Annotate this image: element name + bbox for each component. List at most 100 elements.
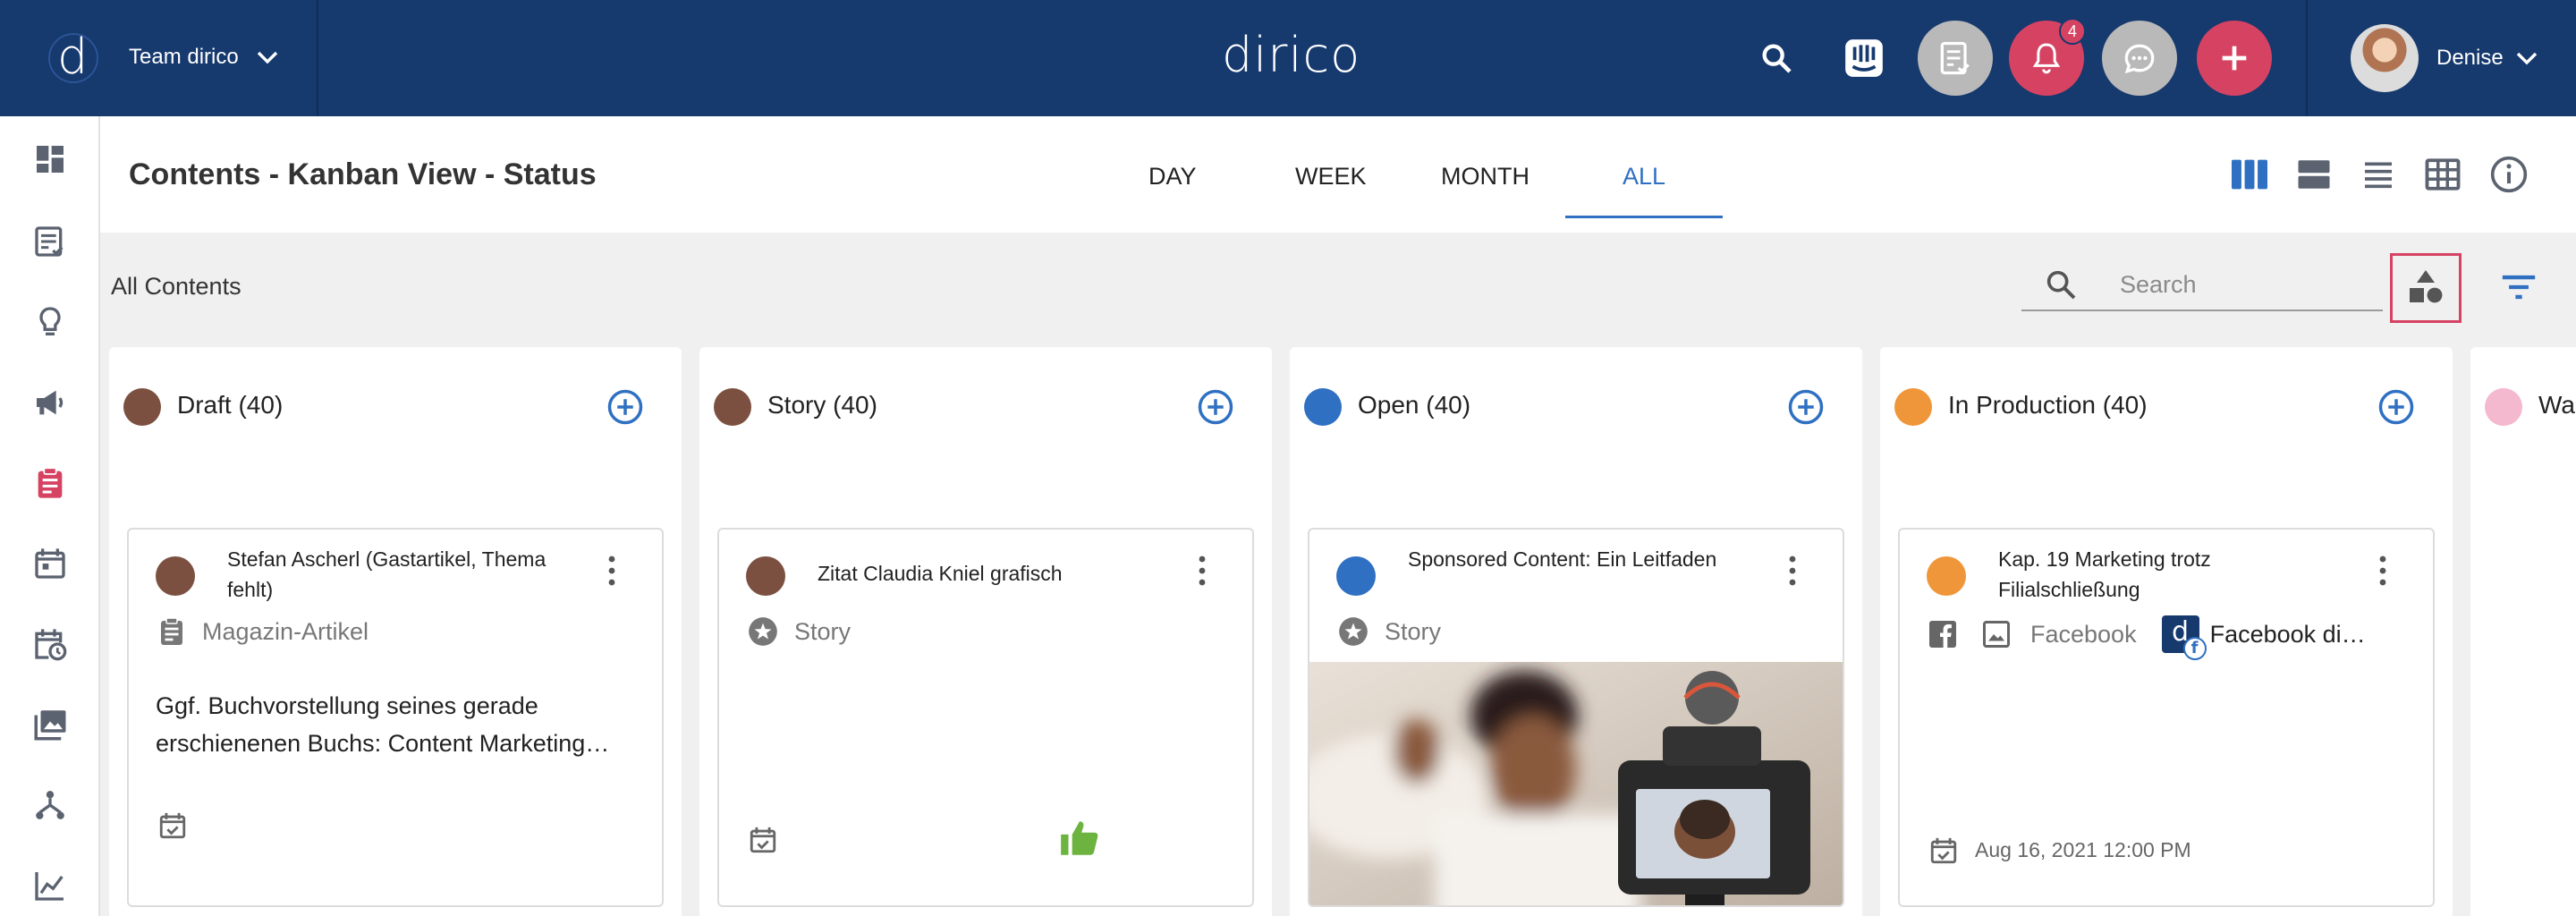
network-type-label: Facebook — [2030, 620, 2137, 648]
star-circle-icon — [749, 617, 777, 646]
content-card[interactable]: Sponsored Content: Ein Leitfaden Story — [1308, 528, 1844, 907]
image-icon — [1983, 621, 2010, 648]
card-menu-button[interactable] — [1191, 553, 1213, 589]
column-title: In Production (40) — [1948, 391, 2148, 419]
workflow-icon — [36, 791, 64, 819]
kanban-view-button[interactable] — [2227, 152, 2272, 197]
intercom-button[interactable] — [1826, 21, 1902, 96]
sidebar-item-calendar[interactable] — [30, 543, 71, 584]
active-tab-indicator — [1565, 216, 1723, 218]
more-vertical-icon — [1199, 556, 1206, 586]
task-check-icon — [1940, 41, 1970, 75]
filter-button[interactable] — [2497, 267, 2540, 308]
card-menu-button[interactable] — [2372, 553, 2394, 589]
content-type-row: Story — [1336, 614, 1441, 649]
tab-month[interactable]: MONTH — [1441, 163, 1530, 191]
lightbulb-icon — [39, 307, 61, 335]
dashboard-icon — [37, 146, 64, 173]
content-type-label: Magazin-Artikel — [202, 617, 369, 645]
add-card-icon[interactable] — [606, 388, 644, 426]
content-type-row: Magazin-Artikel — [156, 614, 369, 649]
left-sidebar — [0, 116, 100, 916]
content-types-button[interactable] — [2390, 253, 2462, 323]
tab-day[interactable]: DAY — [1148, 163, 1197, 191]
sidebar-item-workflows[interactable] — [30, 785, 71, 826]
tasks-button[interactable] — [1918, 21, 1993, 96]
page-title: Contents - Kanban View - Status — [129, 157, 597, 191]
calendar-check-icon — [750, 827, 776, 853]
card-status-dot — [1336, 556, 1376, 596]
channel-row: Facebook df Facebook dirico — [1927, 614, 2371, 660]
content-card[interactable]: Zitat Claudia Kniel grafisch Story — [717, 528, 1254, 907]
status-color-dot — [123, 388, 161, 426]
top-navigation-bar: d Team dirico dirico 4 Denise — [0, 0, 2576, 116]
content-card[interactable]: Kap. 19 Marketing trotz Filialschließung… — [1898, 528, 2435, 907]
column-title: Story (40) — [767, 391, 877, 419]
camera-photo-image — [1309, 662, 1843, 905]
calendar-check-icon — [159, 812, 186, 839]
column-title: Draft (40) — [177, 391, 284, 419]
dirico-logo-icon: d — [57, 29, 89, 85]
sidebar-item-media[interactable] — [30, 704, 71, 745]
sidebar-item-schedule[interactable] — [30, 623, 71, 665]
sidebar-item-ideas[interactable] — [30, 301, 71, 343]
global-search-button[interactable] — [1739, 21, 1814, 96]
bell-icon — [2032, 43, 2061, 74]
clipboard-icon — [38, 467, 63, 498]
search-input[interactable] — [2120, 267, 2370, 302]
kanban-column-in-production: In Production (40) Kap. 19 Marketing tro… — [1880, 347, 2453, 916]
card-view-button[interactable] — [2292, 152, 2336, 197]
card-menu-button[interactable] — [601, 553, 623, 589]
info-icon — [2490, 156, 2528, 193]
table-view-button[interactable] — [2420, 152, 2465, 197]
sidebar-item-campaigns[interactable] — [30, 382, 71, 423]
table-view-icon — [2425, 158, 2461, 191]
column-title: Open (40) — [1358, 391, 1471, 419]
sidebar-item-dashboard[interactable] — [30, 139, 71, 180]
chat-bubble-icon — [2124, 44, 2155, 74]
sidebar-item-contents[interactable] — [30, 462, 71, 504]
list-view-button[interactable] — [2356, 152, 2401, 197]
user-name[interactable]: Denise — [2436, 46, 2504, 71]
content-type-row: Story — [746, 614, 851, 649]
dirico-facebook-channel-icon: df — [2161, 615, 2207, 660]
chevron-down-icon[interactable] — [2515, 49, 2538, 67]
kanban-column-story: Story (40) Zitat Claudia Kniel grafisch … — [699, 347, 1272, 916]
add-card-icon[interactable] — [2377, 388, 2415, 426]
card-view-icon — [2298, 160, 2330, 189]
header-divider — [2306, 0, 2308, 116]
sidebar-item-articles[interactable] — [30, 221, 71, 262]
add-card-icon[interactable] — [1197, 388, 1234, 426]
more-vertical-icon — [608, 556, 615, 586]
tab-all[interactable]: ALL — [1623, 163, 1665, 191]
messages-button[interactable] — [2102, 21, 2177, 96]
add-card-icon[interactable] — [1787, 388, 1825, 426]
create-content-button[interactable] — [2197, 21, 2272, 96]
sidebar-item-analytics[interactable] — [30, 865, 71, 906]
search-icon — [2043, 267, 2079, 307]
content-card[interactable]: Stefan Ascherl (Gastartikel, Thema fehlt… — [127, 528, 664, 907]
card-status-dot — [156, 556, 195, 596]
more-vertical-icon — [2379, 556, 2386, 586]
tab-week[interactable]: WEEK — [1295, 163, 1367, 191]
info-button[interactable] — [2487, 152, 2531, 197]
clipboard-icon — [161, 617, 182, 645]
intercom-icon — [1845, 39, 1883, 77]
search-icon — [1762, 44, 1792, 73]
card-menu-button[interactable] — [1782, 553, 1803, 589]
filter-icon — [2502, 275, 2536, 300]
list-view-icon — [2365, 162, 2392, 189]
user-avatar[interactable] — [2351, 24, 2419, 92]
status-color-dot — [1304, 388, 1342, 426]
team-name: Team dirico — [129, 45, 239, 69]
card-description-text: Ggf. Buchvorstellung seines gerade ersch… — [156, 692, 610, 757]
status-color-dot — [714, 388, 751, 426]
kanban-column-open: Open (40) Sponsored Content: Ein Leitfad… — [1290, 347, 1862, 916]
status-color-dot — [2485, 388, 2522, 426]
team-switcher[interactable]: d Team dirico — [0, 0, 318, 116]
column-title: Wa — [2538, 391, 2575, 419]
card-description: Ggf. Buchvorstellung seines gerade ersch… — [156, 687, 639, 762]
kanban-column-partial: Wa — [2470, 347, 2576, 916]
megaphone-icon — [37, 390, 64, 415]
app-title: dirico — [1222, 27, 1361, 83]
